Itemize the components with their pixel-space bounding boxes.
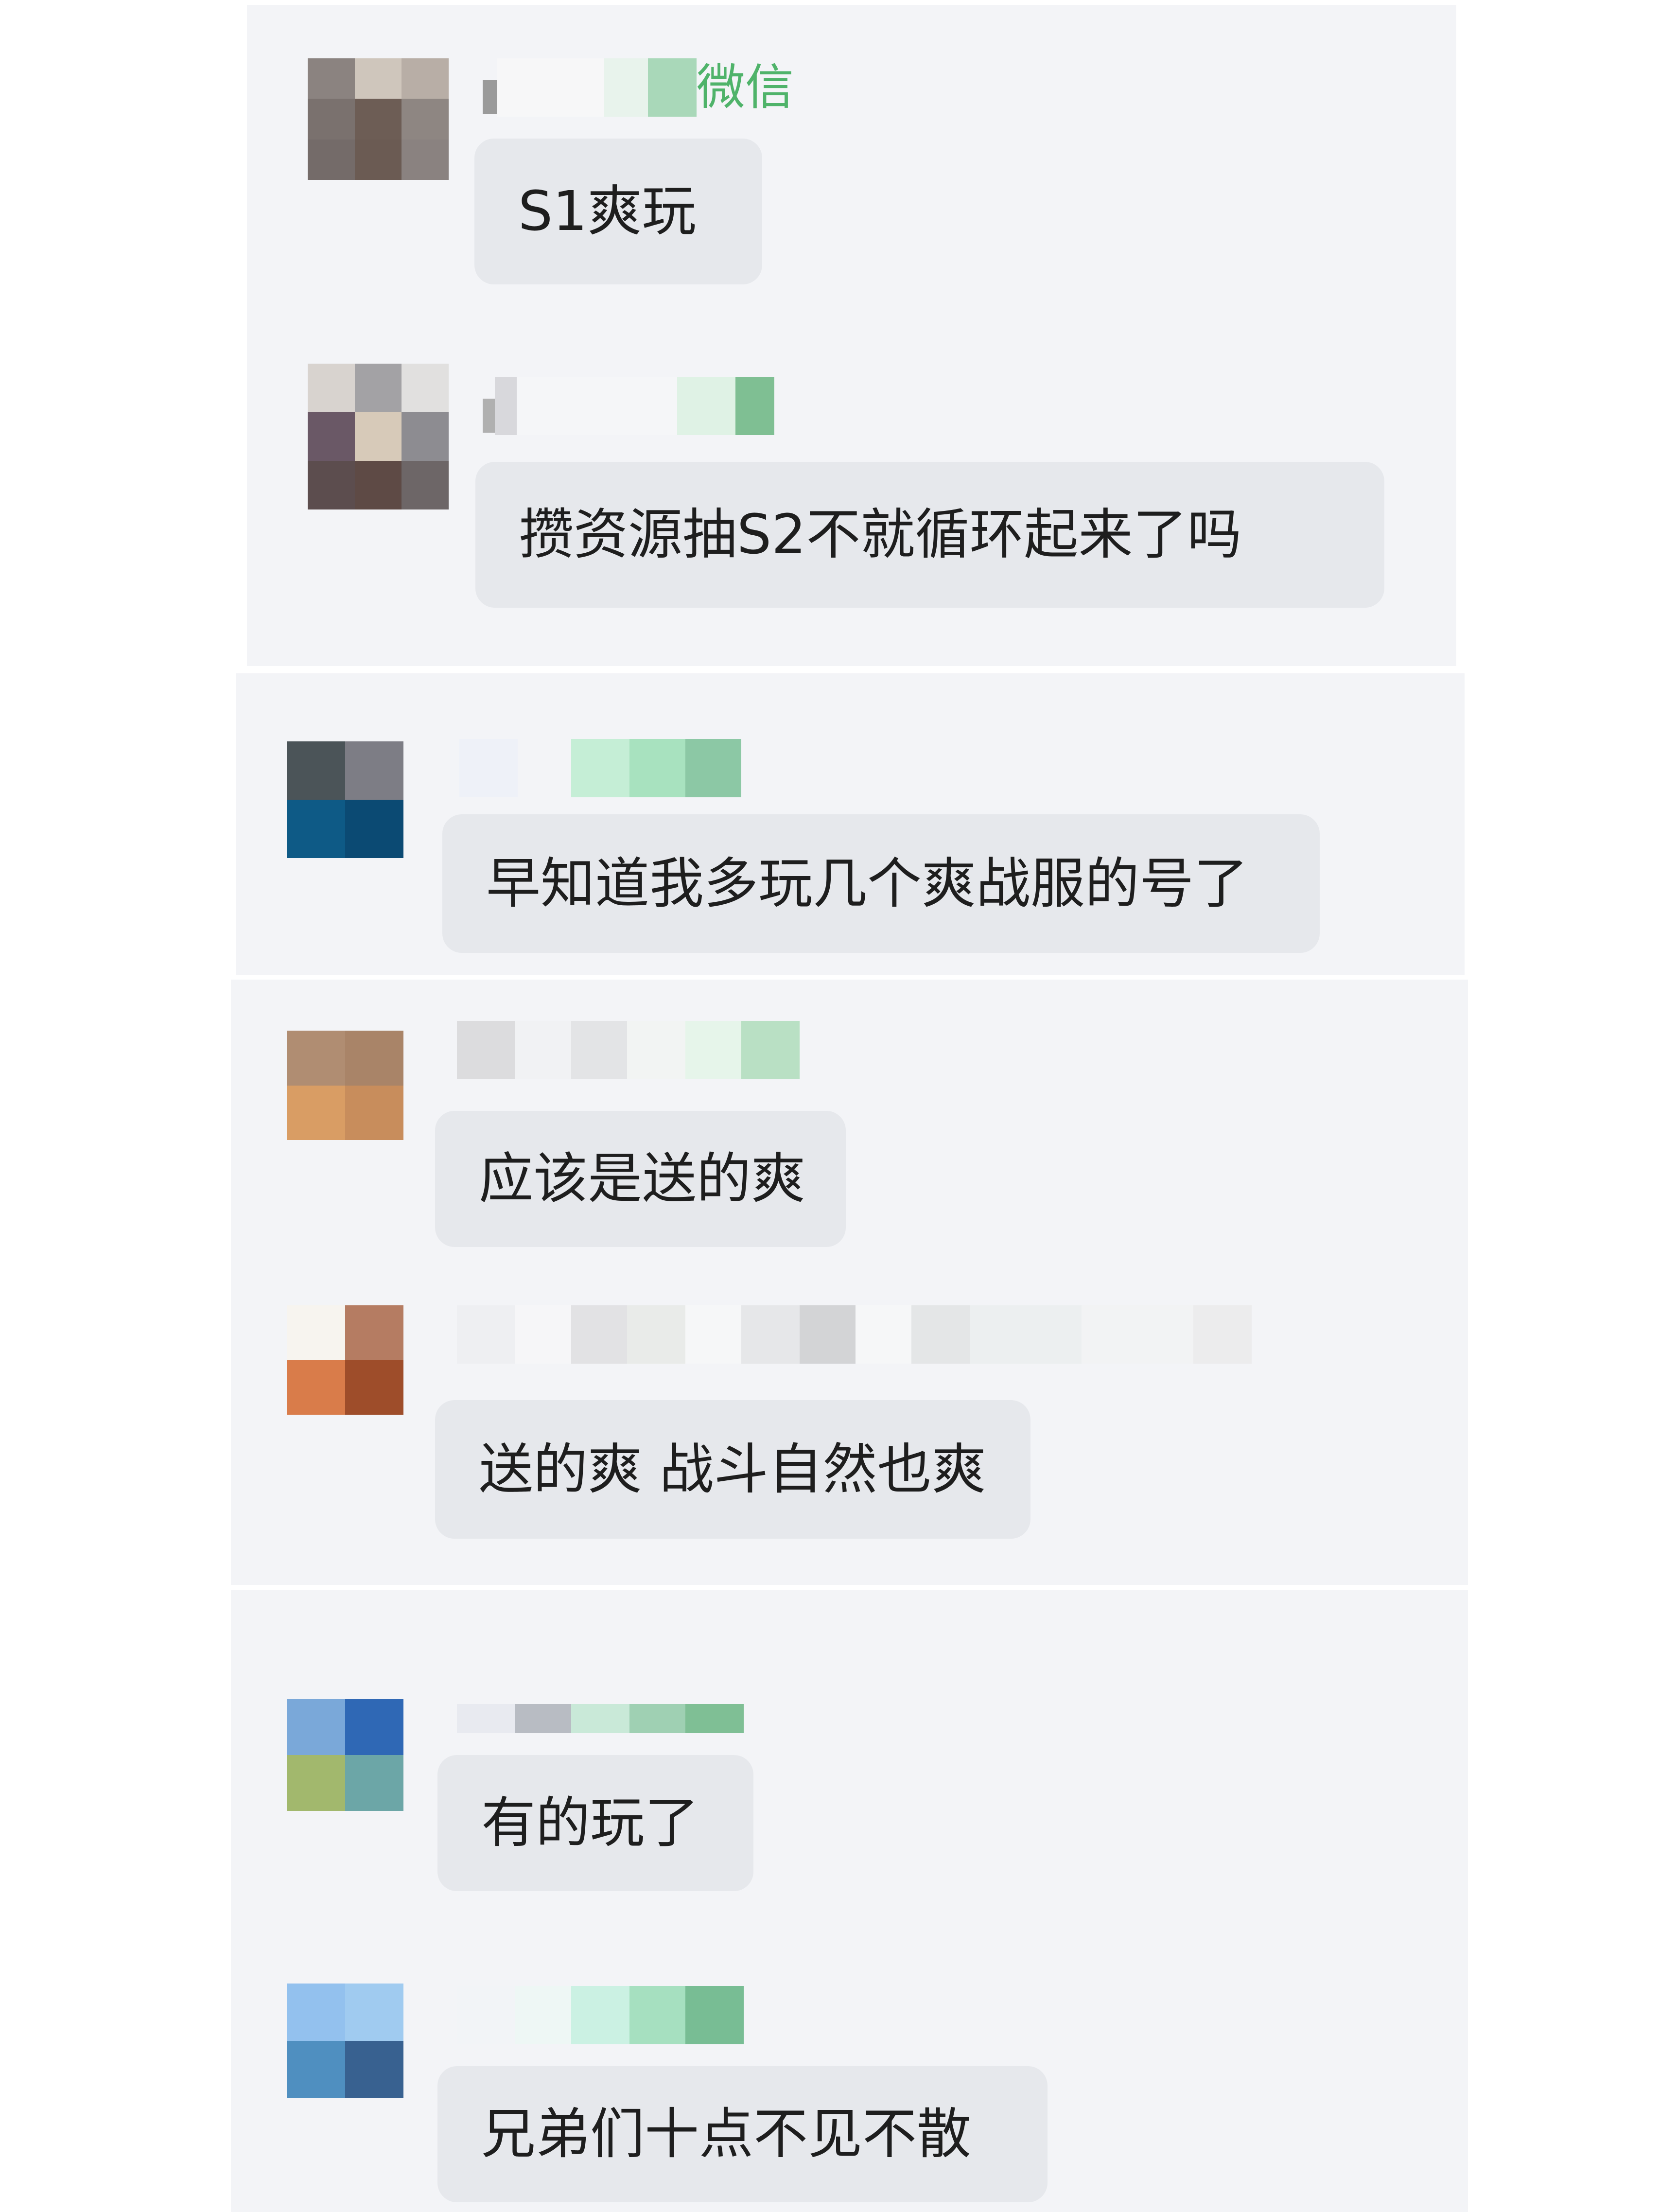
comment-item: 攒资源抽S2不就循环起来了吗 (247, 316, 1456, 666)
comment-item: 有的玩了 (231, 1590, 1468, 1901)
comment-bubble[interactable]: 有的玩了 (437, 1755, 753, 1891)
comment-panel-2: 早知道我多玩几个爽战服的号了 (236, 673, 1465, 975)
avatar[interactable] (287, 1305, 403, 1415)
sender-name[interactable] (457, 1704, 744, 1733)
sender-name[interactable]: 微信 (483, 58, 794, 117)
avatar[interactable] (287, 741, 403, 858)
comment-panel-3: 应该是送的爽 送的爽 战斗自然也爽 (231, 980, 1468, 1585)
comment-bubble[interactable]: 兄弟们十点不见不散 (437, 2066, 1048, 2202)
comment-bubble[interactable]: 送的爽 战斗自然也爽 (435, 1400, 1030, 1539)
avatar[interactable] (287, 1031, 403, 1140)
sender-name[interactable] (457, 1021, 800, 1079)
comment-panel-4: 有的玩了 兄弟们十点不见不散 (231, 1590, 1468, 2212)
comment-item: 兄弟们十点不见不散 (231, 1901, 1468, 2212)
comment-bubble[interactable]: 攒资源抽S2不就循环起来了吗 (475, 462, 1384, 608)
sender-name[interactable] (457, 1305, 1252, 1364)
comment-panel-1: 微信 S1爽玩 攒资源抽S2不就循环起来了吗 (247, 5, 1456, 666)
sender-name[interactable] (459, 739, 741, 797)
comment-item: 微信 S1爽玩 (247, 5, 1456, 316)
comment-item: 应该是送的爽 (231, 980, 1468, 1271)
avatar[interactable] (287, 1699, 403, 1811)
avatar[interactable] (308, 58, 449, 180)
avatar[interactable] (287, 1984, 403, 2098)
sender-name[interactable] (457, 1986, 744, 2044)
sender-tag: 微信 (697, 59, 794, 116)
comment-bubble[interactable]: S1爽玩 (474, 139, 762, 284)
comment-item: 送的爽 战斗自然也爽 (231, 1271, 1468, 1585)
comment-bubble[interactable]: 早知道我多玩几个爽战服的号了 (442, 814, 1320, 953)
avatar[interactable] (308, 364, 449, 509)
comment-item: 早知道我多玩几个爽战服的号了 (236, 673, 1465, 975)
comment-bubble[interactable]: 应该是送的爽 (435, 1111, 846, 1247)
sender-name[interactable] (483, 377, 774, 435)
